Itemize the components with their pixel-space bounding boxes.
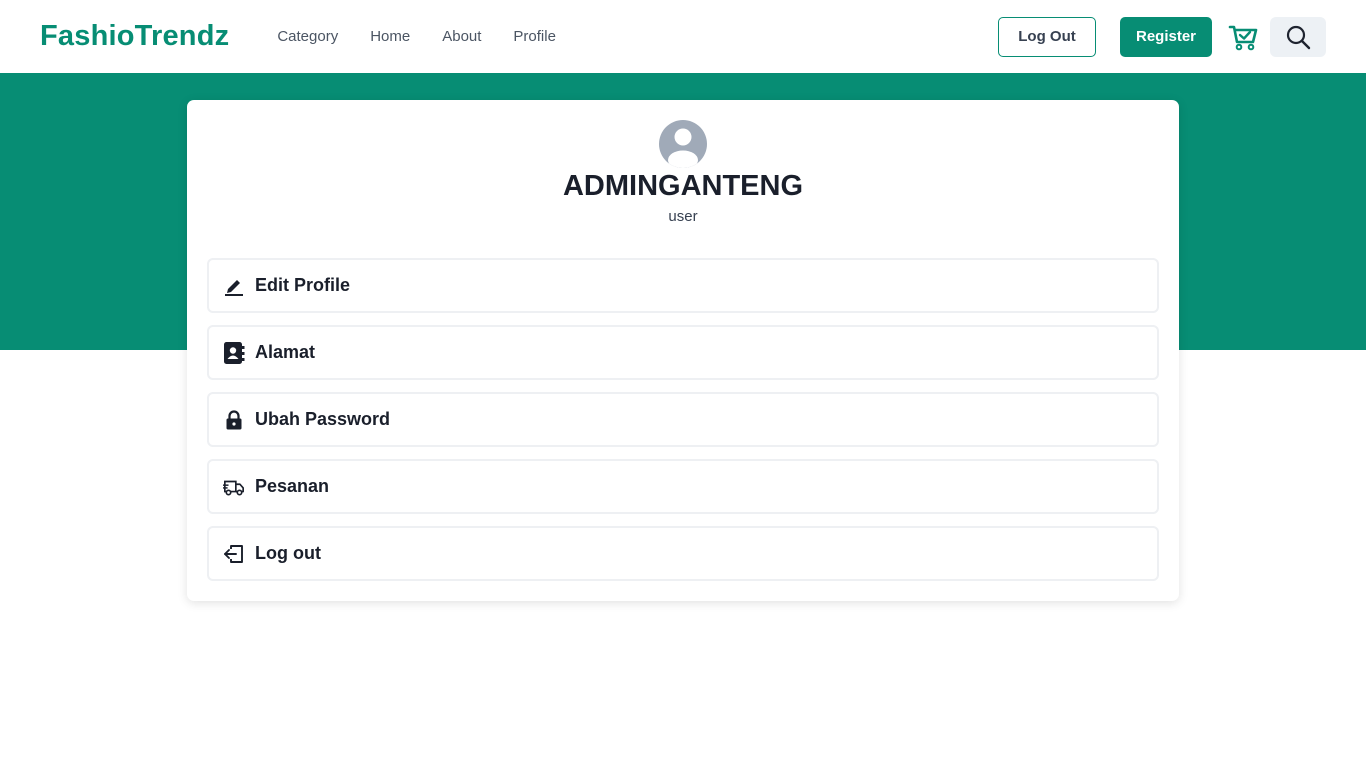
- search-icon: [1286, 25, 1311, 49]
- menu-label: Alamat: [255, 342, 316, 362]
- menu-ubah-password[interactable]: Ubah Password: [207, 392, 1159, 447]
- brand-logo[interactable]: FashioTrendz: [40, 20, 229, 53]
- top-navbar: FashioTrendz Category Home About Profile…: [0, 0, 1366, 73]
- logout-button[interactable]: Log Out: [998, 16, 1096, 57]
- user-avatar-icon: [659, 120, 707, 168]
- menu-label: Edit Profile: [255, 275, 351, 295]
- menu-alamat[interactable]: Alamat: [207, 325, 1159, 380]
- pencil-icon: [225, 279, 243, 296]
- nav-profile[interactable]: Profile: [513, 28, 556, 45]
- logout-icon: [224, 544, 243, 563]
- search-button[interactable]: [1270, 16, 1326, 57]
- register-button[interactable]: Register: [1120, 16, 1212, 57]
- address-book-icon: [224, 341, 245, 364]
- truck-icon: [223, 480, 244, 496]
- menu-pesanan[interactable]: Pesanan: [207, 459, 1159, 514]
- lock-icon: [226, 409, 242, 429]
- menu-label: Ubah Password: [255, 409, 391, 429]
- menu-label: Log out: [255, 543, 321, 563]
- profile-username: ADMINGANTENG: [562, 170, 804, 202]
- nav-home[interactable]: Home: [370, 28, 410, 45]
- profile-role: user: [668, 208, 698, 225]
- menu-log-out[interactable]: Log out: [207, 526, 1159, 581]
- cart-check-icon: [1228, 25, 1258, 50]
- menu-edit-profile[interactable]: Edit Profile: [207, 258, 1159, 313]
- profile-card: ADMINGANTENG user Edit Profile Alamat Ub…: [187, 100, 1179, 601]
- main-nav: Category Home About Profile: [277, 28, 588, 45]
- nav-actions: Log Out Register: [998, 16, 1326, 57]
- nav-category[interactable]: Category: [277, 28, 338, 45]
- cart-button[interactable]: [1228, 19, 1258, 55]
- menu-label: Pesanan: [255, 476, 330, 496]
- nav-about[interactable]: About: [442, 28, 481, 45]
